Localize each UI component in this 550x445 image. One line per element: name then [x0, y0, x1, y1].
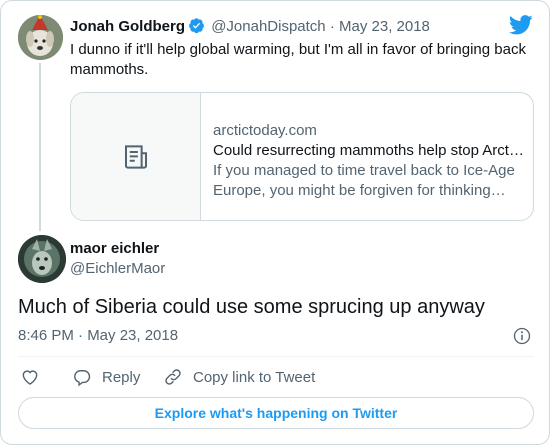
link-title: Could resurrecting mammoths help stop Ar… — [213, 142, 525, 159]
link-preview-card[interactable]: arctictoday.com Could resurrecting mammo… — [70, 92, 534, 221]
parent-author-handle[interactable]: @JonahDispatch — [211, 18, 325, 35]
thread-connector — [39, 63, 41, 231]
link-description-line: If you managed to time travel back to Ic… — [213, 162, 515, 199]
link-thumbnail — [71, 93, 201, 220]
main-author-name[interactable]: maor eichler — [70, 239, 159, 259]
link-preview-body: arctictoday.com Could resurrecting mammo… — [213, 121, 525, 201]
parent-author-name[interactable]: Jonah Goldberg — [70, 18, 185, 35]
parent-author-avatar[interactable] — [18, 15, 63, 60]
parent-tweet-date[interactable]: May 23, 2018 — [339, 18, 430, 35]
heart-icon — [22, 370, 38, 385]
main-tweet-timestamp[interactable]: 8:46 PM · May 23, 2018 — [18, 326, 178, 346]
parent-tweet-header: Jonah Goldberg @JonahDispatch · May 23, … — [70, 17, 430, 37]
copy-link-label: Copy link to Tweet — [193, 368, 316, 386]
header-separator: · — [329, 18, 335, 35]
tweet-embed-card: Jonah Goldberg @JonahDispatch · May 23, … — [0, 0, 550, 445]
link-domain: arctictoday.com — [213, 122, 317, 139]
verified-badge-icon — [189, 18, 204, 34]
info-icon[interactable] — [512, 326, 532, 346]
explore-twitter-button[interactable]: Explore what's happening on Twitter — [18, 397, 534, 429]
article-icon — [124, 144, 147, 169]
reply-label: Reply — [102, 368, 141, 386]
reply-icon — [74, 370, 91, 387]
main-tweet-text: Much of Siberia could use some sprucing … — [18, 296, 485, 318]
twitter-bird-icon[interactable] — [509, 15, 533, 35]
copy-link-button[interactable]: Copy link to Tweet — [163, 366, 315, 388]
main-author-handle[interactable]: @EichlerMaor — [70, 259, 165, 279]
main-author-avatar[interactable] — [18, 235, 66, 283]
reply-button[interactable]: Reply — [72, 366, 140, 388]
actions-divider — [18, 356, 534, 357]
dog-avatar-image — [18, 15, 63, 60]
like-button[interactable] — [20, 366, 40, 388]
link-icon — [165, 369, 181, 385]
parent-tweet-text: I dunno if it'll help global warming, bu… — [70, 41, 526, 78]
wolf-avatar-image — [18, 235, 66, 283]
